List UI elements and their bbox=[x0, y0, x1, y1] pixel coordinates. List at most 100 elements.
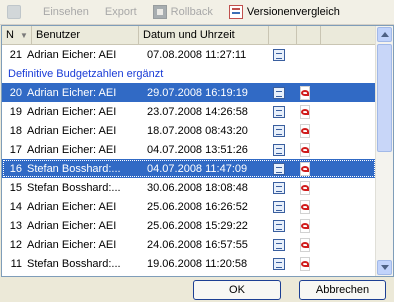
pdf-document-icon[interactable] bbox=[299, 104, 311, 119]
table-row[interactable]: 13 Adrian Eicher: AEI 25.06.2008 15:29:22 bbox=[2, 216, 376, 235]
version-list[interactable]: N ▼ Benutzer Datum und Uhrzeit 21 Adrian … bbox=[1, 25, 394, 277]
pdf-document-icon[interactable] bbox=[299, 237, 311, 252]
word-document-icon[interactable] bbox=[273, 219, 285, 232]
pdf-cell[interactable] bbox=[293, 237, 317, 252]
pdf-document-icon[interactable] bbox=[299, 142, 311, 157]
pdf-cell[interactable] bbox=[293, 161, 317, 176]
version-date: 30.06.2008 18:08:48 bbox=[147, 181, 248, 194]
version-number: 13 bbox=[9, 219, 22, 232]
table-row[interactable]: 18 Adrian Eicher: AEI 18.07.2008 08:43:20 bbox=[2, 121, 376, 140]
version-number: 21 bbox=[9, 48, 22, 61]
pdf-document-icon[interactable] bbox=[299, 199, 311, 214]
pdf-cell[interactable] bbox=[293, 142, 317, 157]
word-document-icon[interactable] bbox=[273, 162, 285, 175]
table-row[interactable]: 16 Stefan Bosshard:... 04.07.2008 11:47:09 bbox=[2, 159, 376, 178]
pdf-document-icon[interactable] bbox=[299, 256, 311, 271]
word-cell[interactable] bbox=[265, 86, 293, 99]
version-number: 16 bbox=[9, 162, 22, 175]
toolbar-label: Rollback bbox=[170, 6, 213, 18]
word-cell[interactable] bbox=[265, 238, 293, 251]
word-document-icon[interactable] bbox=[273, 143, 285, 156]
version-number: 11 bbox=[10, 257, 22, 270]
version-user: Stefan Bosshard:... bbox=[27, 181, 121, 194]
column-header-date[interactable]: Datum und Uhrzeit bbox=[139, 26, 269, 44]
pdf-cell[interactable] bbox=[293, 104, 317, 119]
pdf-cell[interactable] bbox=[293, 123, 317, 138]
version-user: Adrian Eicher: AEI bbox=[27, 105, 117, 118]
pdf-cell[interactable] bbox=[293, 199, 317, 214]
version-user: Stefan Bosshard:... bbox=[27, 257, 121, 270]
ok-button[interactable]: OK bbox=[193, 280, 281, 300]
word-cell[interactable] bbox=[265, 219, 293, 232]
column-header-pdf[interactable] bbox=[297, 26, 321, 44]
version-number: 14 bbox=[9, 200, 22, 213]
export-button[interactable]: Export bbox=[102, 2, 140, 22]
view-button[interactable]: Einsehen bbox=[40, 2, 92, 22]
printer-icon bbox=[7, 5, 21, 19]
version-number: 15 bbox=[9, 181, 22, 194]
pdf-cell[interactable] bbox=[293, 256, 317, 271]
version-user: Stefan Bosshard:... bbox=[27, 162, 121, 175]
word-cell[interactable] bbox=[265, 181, 293, 194]
version-date: 18.07.2008 08:43:20 bbox=[147, 124, 248, 137]
table-row[interactable]: 17 Adrian Eicher: AEI 04.07.2008 13:51:26 bbox=[2, 140, 376, 159]
word-cell[interactable] bbox=[265, 124, 293, 137]
table-row[interactable]: 15 Stefan Bosshard:... 30.06.2008 18:08:48 bbox=[2, 178, 376, 197]
version-number: 20 bbox=[9, 86, 22, 99]
column-header-user[interactable]: Benutzer bbox=[32, 26, 139, 44]
column-header-word[interactable] bbox=[269, 26, 297, 44]
word-document-icon[interactable] bbox=[273, 48, 285, 61]
pdf-document-icon[interactable] bbox=[299, 123, 311, 138]
pdf-cell[interactable] bbox=[293, 218, 317, 233]
scrollbar-thumb[interactable] bbox=[377, 44, 392, 152]
cancel-button[interactable]: Abbrechen bbox=[299, 280, 386, 300]
word-cell[interactable] bbox=[265, 257, 293, 270]
version-user: Adrian Eicher: AEI bbox=[27, 86, 117, 99]
table-row[interactable]: 21 Adrian Eicher: AEI 07.08.2008 11:27:11 bbox=[2, 45, 376, 64]
word-document-icon[interactable] bbox=[273, 124, 285, 137]
pdf-document-icon[interactable] bbox=[299, 161, 311, 176]
column-header-number[interactable]: N ▼ bbox=[2, 26, 32, 44]
version-date: 25.06.2008 15:29:22 bbox=[147, 219, 248, 232]
print-button[interactable] bbox=[4, 2, 28, 22]
word-document-icon[interactable] bbox=[273, 238, 285, 251]
compare-versions-button[interactable]: Versionenvergleich bbox=[226, 2, 343, 22]
word-cell[interactable] bbox=[265, 105, 293, 118]
version-date: 23.07.2008 14:26:58 bbox=[147, 105, 248, 118]
word-cell[interactable] bbox=[265, 48, 293, 61]
version-user: Adrian Eicher: AEI bbox=[27, 143, 117, 156]
toolbar-label: Einsehen bbox=[43, 6, 89, 18]
version-date: 24.06.2008 16:57:55 bbox=[147, 238, 248, 251]
version-date: 07.08.2008 11:27:11 bbox=[147, 48, 247, 61]
word-document-icon[interactable] bbox=[273, 257, 285, 270]
pdf-cell[interactable] bbox=[293, 180, 317, 195]
word-cell[interactable] bbox=[265, 200, 293, 213]
version-user: Adrian Eicher: AEI bbox=[27, 238, 117, 251]
pdf-document-icon[interactable] bbox=[299, 180, 311, 195]
rollback-button[interactable]: Rollback bbox=[150, 2, 216, 22]
word-document-icon[interactable] bbox=[273, 86, 285, 99]
word-cell[interactable] bbox=[265, 143, 293, 156]
version-number: 19 bbox=[9, 105, 22, 118]
word-document-icon[interactable] bbox=[273, 181, 285, 194]
version-comment[interactable]: Definitive Budgetzahlen ergänzt bbox=[2, 64, 376, 83]
table-row[interactable]: 12 Adrian Eicher: AEI 24.06.2008 16:57:55 bbox=[2, 235, 376, 254]
word-document-icon[interactable] bbox=[273, 105, 285, 118]
table-row[interactable]: 11 Stefan Bosshard:... 19.06.2008 11:20:58 bbox=[2, 254, 376, 273]
table-row[interactable]: 19 Adrian Eicher: AEI 23.07.2008 14:26:58 bbox=[2, 102, 376, 121]
pdf-cell[interactable] bbox=[293, 85, 317, 100]
version-number: 18 bbox=[9, 124, 22, 137]
table-row[interactable]: 20 Adrian Eicher: AEI 29.07.2008 16:19:19 bbox=[2, 83, 376, 102]
vertical-scrollbar[interactable] bbox=[375, 26, 393, 276]
scroll-down-arrow-icon[interactable] bbox=[377, 260, 392, 275]
version-date: 25.06.2008 16:26:52 bbox=[147, 200, 248, 213]
scroll-up-arrow-icon[interactable] bbox=[377, 27, 392, 42]
pdf-document-icon[interactable] bbox=[299, 218, 311, 233]
sort-arrow-icon: ▼ bbox=[20, 31, 28, 40]
pdf-document-icon[interactable] bbox=[299, 85, 311, 100]
compare-icon bbox=[228, 5, 243, 19]
table-row[interactable]: 14 Adrian Eicher: AEI 25.06.2008 16:26:52 bbox=[2, 197, 376, 216]
word-cell[interactable] bbox=[265, 162, 293, 175]
column-header-filler bbox=[321, 26, 376, 44]
word-document-icon[interactable] bbox=[273, 200, 285, 213]
